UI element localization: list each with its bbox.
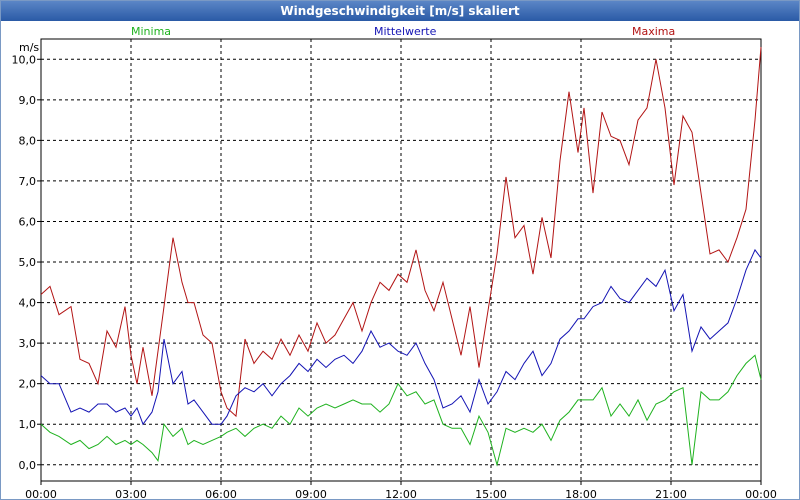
window-title: Windgeschwindigkeit [m/s] skaliert <box>1 1 799 21</box>
y-tick-label: 2,0 <box>19 378 37 391</box>
y-tick-label: 6,0 <box>19 215 37 228</box>
y-tick-label: 4,0 <box>19 297 37 310</box>
x-tick-time-label: 15:00 <box>475 488 507 499</box>
x-tick-time-label: 06:00 <box>205 488 237 499</box>
wind-speed-chart: 0,0 1,0 2,0 3,0 4,0 5,0 6,0 7,0 8,0 9,0 10,0 00:00… <box>12 38 777 499</box>
y-tick-labels: 0,0 1,0 2,0 3,0 4,0 5,0 6,0 7,0 8,0 9,0 10,0 <box>12 53 37 472</box>
y-tick-label: 8,0 <box>19 134 37 147</box>
x-tick-time-label: 03:00 <box>115 488 147 499</box>
x-tick-time-label: 00:00 <box>25 488 57 499</box>
x-tick-time-label: 18:00 <box>565 488 597 499</box>
y-tick-label: 1,0 <box>19 418 37 431</box>
x-tick-labels: 00:0023.09.1803:0023.09.1806:0023.09.180… <box>25 488 777 499</box>
y-tick-label: 9,0 <box>19 94 37 107</box>
y-tick-label: 3,0 <box>19 337 37 350</box>
x-tick-time-label: 09:00 <box>295 488 327 499</box>
y-tick-label: 10,0 <box>12 53 37 66</box>
y-tick-label: 0,0 <box>19 459 37 472</box>
chart-window: Windgeschwindigkeit [m/s] skaliert m/s M… <box>0 0 800 500</box>
x-tick-time-label: 12:00 <box>385 488 417 499</box>
y-tick-label: 5,0 <box>19 256 37 269</box>
x-tick-time-label: 21:00 <box>655 488 687 499</box>
y-tick-label: 7,0 <box>19 175 37 188</box>
x-tick-time-label: 00:00 <box>745 488 777 499</box>
